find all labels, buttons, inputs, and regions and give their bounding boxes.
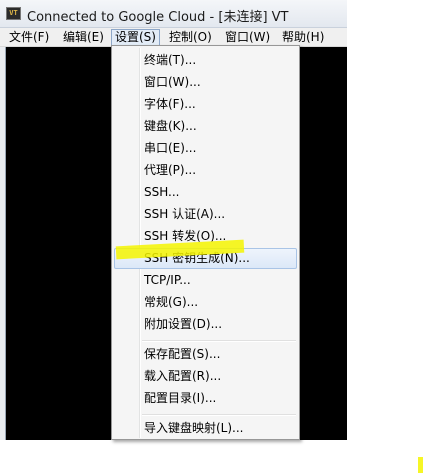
menu-item-window[interactable]: 窗口(W)... — [114, 72, 297, 93]
menu-window[interactable]: 窗口(W) — [222, 29, 273, 46]
highlighter-mark-small — [418, 457, 423, 473]
menu-item-load-keymap[interactable]: 导入键盘映射(L)... — [114, 418, 297, 439]
menu-item-save-setup[interactable]: 保存配置(S)... — [114, 344, 297, 365]
menu-item-serial[interactable]: 串口(E)... — [114, 138, 297, 159]
menu-item-proxy[interactable]: 代理(P)... — [114, 160, 297, 181]
menu-item-keyboard[interactable]: 键盘(K)... — [114, 116, 297, 137]
screenshot-root: VT Connected to Google Cloud - [未连接] VT … — [0, 0, 424, 475]
app-icon[interactable]: VT — [6, 7, 21, 20]
terminal-left-edge — [0, 47, 6, 440]
menu-separator — [142, 414, 296, 416]
menu-item-tcpip[interactable]: TCP/IP... — [114, 270, 297, 291]
menu-file[interactable]: 文件(F) — [6, 29, 52, 46]
menu-item-restore-setup[interactable]: 载入配置(R)... — [114, 366, 297, 387]
title-bar[interactable]: VT Connected to Google Cloud - [未连接] VT — [0, 0, 347, 28]
menu-control[interactable]: 控制(O) — [166, 29, 215, 46]
menu-separator — [142, 340, 296, 342]
menu-edit[interactable]: 编辑(E) — [60, 29, 107, 46]
window-title: Connected to Google Cloud - [未连接] VT — [27, 10, 289, 25]
menu-item-ssh-auth[interactable]: SSH 认证(A)... — [114, 204, 297, 225]
menu-item-ssh[interactable]: SSH... — [114, 182, 297, 203]
menu-item-setup-directory[interactable]: 配置目录(I)... — [114, 388, 297, 409]
menu-item-font[interactable]: 字体(F)... — [114, 94, 297, 115]
menu-item-general[interactable]: 常规(G)... — [114, 292, 297, 313]
menu-item-additional[interactable]: 附加设置(D)... — [114, 314, 297, 335]
menu-settings[interactable]: 设置(S) — [111, 29, 160, 46]
menu-help[interactable]: 帮助(H) — [279, 29, 327, 46]
menu-item-terminal[interactable]: 终端(T)... — [114, 50, 297, 71]
